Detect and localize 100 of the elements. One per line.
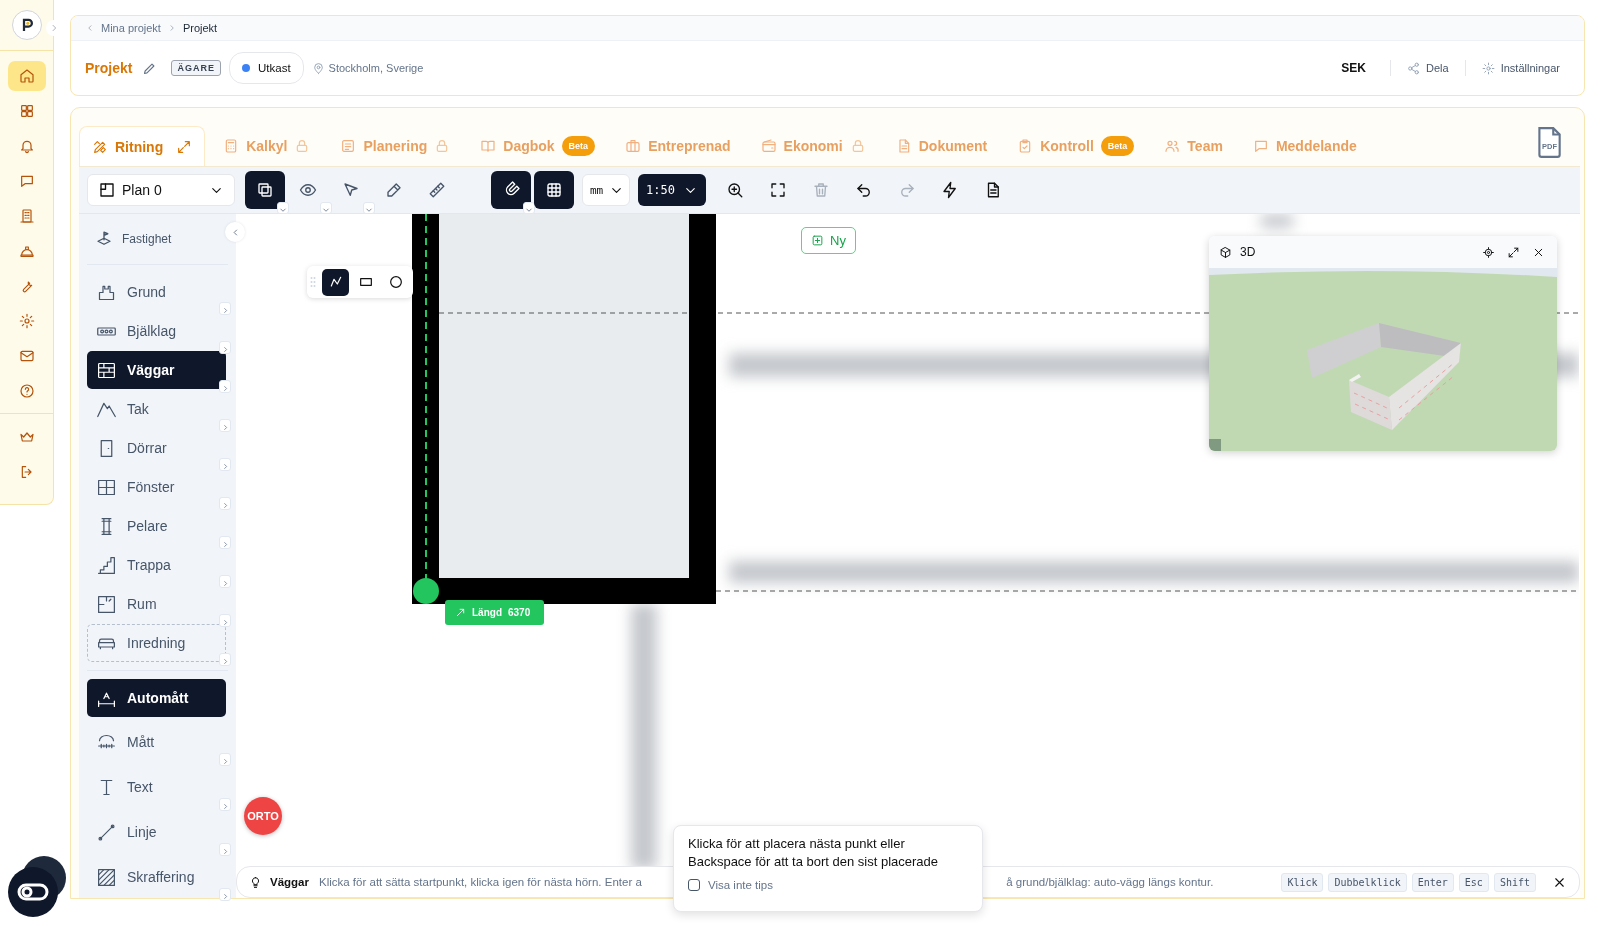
room-icon [96,593,117,615]
expand-chevron[interactable] [219,419,231,432]
expand-chevron[interactable] [219,843,231,856]
plan-dropdown[interactable]: Plan 0 [87,174,235,206]
expand-chevron[interactable] [219,302,231,315]
pointer-icon [342,181,360,199]
tool-item[interactable]: Tak [87,390,226,428]
location-pin-icon [311,61,325,75]
ortho-button[interactable]: ORTO [244,797,282,835]
helmet-icon [18,243,35,259]
eye-icon [299,181,317,199]
status-tool: Väggar [270,876,309,888]
lightbulb-icon [249,875,262,889]
home-icon [18,68,35,84]
drag-handle-icon[interactable] [310,276,316,288]
length-text: Längd [472,607,502,618]
tool-button[interactable] [534,171,574,209]
dont-show-checkbox[interactable]: Visa inte tips [688,879,968,891]
cube-icon [1219,245,1232,259]
role-badge: ÄGARE [171,60,221,76]
panel-title: 3D [1240,245,1256,259]
pdf-icon[interactable]: PDF [1536,126,1562,158]
project-title: Projekt [85,60,133,76]
menu-caret[interactable] [523,202,535,214]
expand-icon[interactable] [1507,245,1520,259]
share-link[interactable]: Dela [1407,61,1449,75]
key-hint: Klick [1281,872,1324,892]
unit-dropdown[interactable]: mm [582,174,630,206]
tool-item[interactable]: Mått [87,723,226,761]
stairs-icon [96,554,117,576]
users-icon [1164,138,1181,154]
beta-badge: Beta [561,136,596,156]
settings-link[interactable]: Inställningar [1481,61,1560,75]
tool-item[interactable]: Dörrar [87,429,226,467]
breadcrumb-link[interactable]: Mina projekt [101,22,161,34]
expand-chevron[interactable] [219,341,231,354]
briefcase-icon [625,138,642,154]
expand-chevron[interactable] [219,575,231,588]
expand-chevron[interactable] [219,653,231,666]
mail-icon [18,348,35,364]
expand-chevron[interactable] [219,458,231,471]
tip-text: Klicka för att placera nästa punkt eller Backspace för att ta bort den sist placerade [688,835,940,871]
chat-icon [1252,138,1269,154]
help-icon [18,383,35,399]
expand-chevron[interactable] [219,753,231,766]
plot-flag-icon [95,230,113,248]
book-icon [480,138,497,154]
tool-item[interactable]: Trappa [87,546,226,584]
tool-item[interactable]: Fönster [87,468,226,506]
nav-button[interactable] [7,61,46,91]
beta-badge: Beta [1100,136,1135,156]
expand-chevron[interactable] [219,497,231,510]
tool-item[interactable]: Pelare [87,507,226,545]
bell-icon [18,138,35,154]
tool-item[interactable]: Väggar [87,351,226,389]
cursor-point[interactable] [413,578,439,604]
key-hint: Shift [1493,872,1536,892]
scale-dropdown[interactable]: 1:50 [638,174,706,206]
floor-plan-icon [98,181,116,199]
layers-icon [256,181,274,199]
underlay-band [1261,214,1293,228]
plus-square-icon [811,234,824,247]
breadcrumb-link[interactable]: Projekt [182,22,218,34]
tool-button[interactable] [245,171,285,209]
status-hint: Klicka för att sätta startpunkt, klicka igen för nästa hörn. Enter a [319,876,642,888]
tool-item[interactable]: Rum [87,585,226,623]
tool-item[interactable]: Skraffering [87,858,226,896]
list-icon [340,138,357,154]
building-icon [18,208,35,224]
logo-icon[interactable] [11,10,42,40]
ruler-icon [428,181,446,199]
grid-icon [545,181,563,199]
circle-icon [387,274,404,290]
key-hint: Esc [1458,872,1489,892]
tool-item[interactable]: Grund [87,273,226,311]
property-label[interactable]: Fastighet [122,232,172,246]
expand-chevron[interactable] [219,614,231,627]
diagonal-arrow-icon [455,607,466,618]
tool-item[interactable]: Bjälklag [87,312,226,350]
grid-icon [18,103,35,119]
shape-mode-button[interactable] [322,268,349,296]
status-pill[interactable]: Utkast [229,52,304,84]
key-hint: Enter [1411,872,1454,892]
tool-item[interactable]: Automått [87,679,226,717]
share-icon [1407,61,1421,75]
target-icon[interactable] [1482,245,1495,259]
dropper-icon [385,181,403,199]
wall-drawing[interactable] [412,214,716,604]
expand-chevron[interactable] [219,380,231,393]
tool-item[interactable]: Text [87,768,226,806]
expand-chevron[interactable] [219,536,231,549]
key-hint: Dubbelklick [1328,872,1407,892]
expand-chevron[interactable] [219,888,231,901]
location-text: Stockholm, Sverige [328,62,424,74]
tool-button[interactable] [491,171,531,209]
chat-icon [18,173,35,189]
status-hint: å grund/bjälklag: auto-vägg längs kontur. [1006,876,1214,888]
expand-chevron[interactable] [219,798,231,811]
currency-label[interactable]: SEK [1341,61,1367,75]
line-icon [96,821,117,843]
